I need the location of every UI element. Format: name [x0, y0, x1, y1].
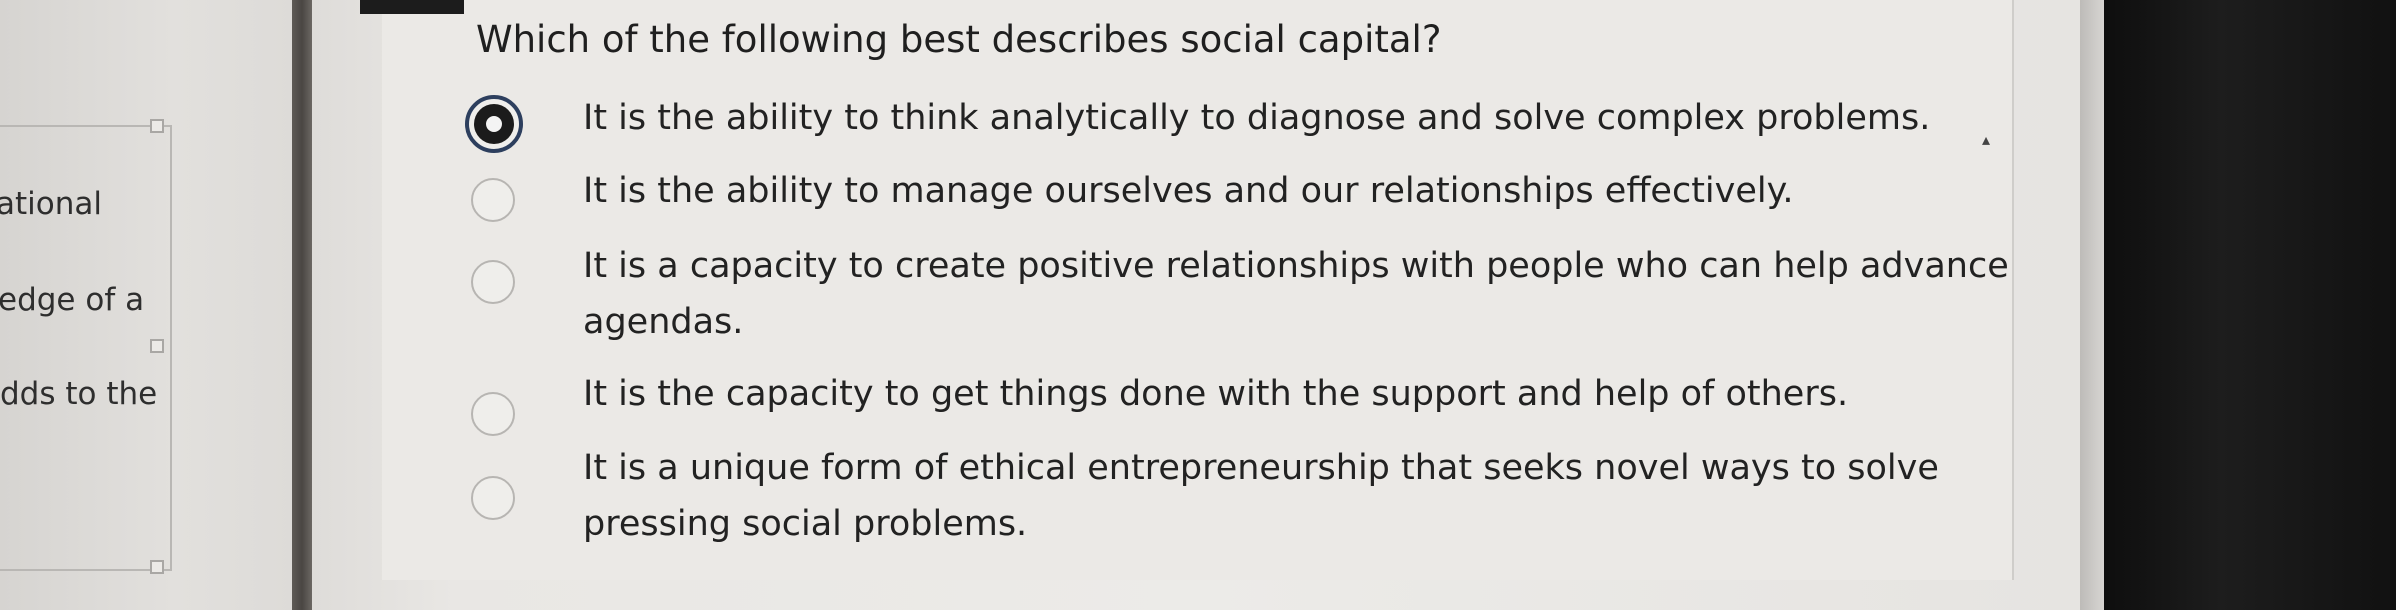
- answer-option-1[interactable]: It is the ability to think analytically …: [465, 95, 1985, 165]
- option-label: It is a capacity to create positive rela…: [583, 246, 2009, 342]
- radio-button-selected[interactable]: [465, 95, 523, 153]
- resize-handle-middle[interactable]: [150, 339, 164, 353]
- resize-handle-top[interactable]: [150, 119, 164, 133]
- answer-option-5[interactable]: It is a unique form of ethical entrepren…: [465, 448, 1985, 576]
- sidebar-fragment-1: ational: [0, 186, 102, 222]
- sidebar-fragment-3: dds to the: [0, 376, 158, 412]
- left-panel: ational edge of a dds to the: [0, 0, 292, 610]
- answer-option-2[interactable]: It is the ability to manage ourselves an…: [465, 168, 1985, 238]
- option-label: It is a unique form of ethical entrepren…: [583, 448, 1939, 544]
- panel-divider: [292, 0, 312, 610]
- window-edge: [2080, 0, 2104, 610]
- option-label: It is the ability to manage ourselves an…: [583, 171, 1794, 211]
- option-label: It is the capacity to get things done wi…: [583, 374, 1849, 414]
- radio-button[interactable]: [471, 392, 515, 436]
- option-label: It is the ability to think analytically …: [583, 98, 1931, 138]
- dark-background: [2104, 0, 2396, 610]
- resize-handle-bottom[interactable]: [150, 560, 164, 574]
- cursor-icon: ▴: [1982, 130, 1991, 149]
- radio-button[interactable]: [471, 178, 515, 222]
- sidebar-fragment-2: edge of a: [0, 282, 145, 318]
- radio-button[interactable]: [471, 260, 515, 304]
- top-tab: [360, 0, 464, 14]
- answer-option-3[interactable]: It is a capacity to create positive rela…: [465, 246, 2009, 360]
- question-text: Which of the following best describes so…: [476, 18, 1442, 61]
- radio-button[interactable]: [471, 476, 515, 520]
